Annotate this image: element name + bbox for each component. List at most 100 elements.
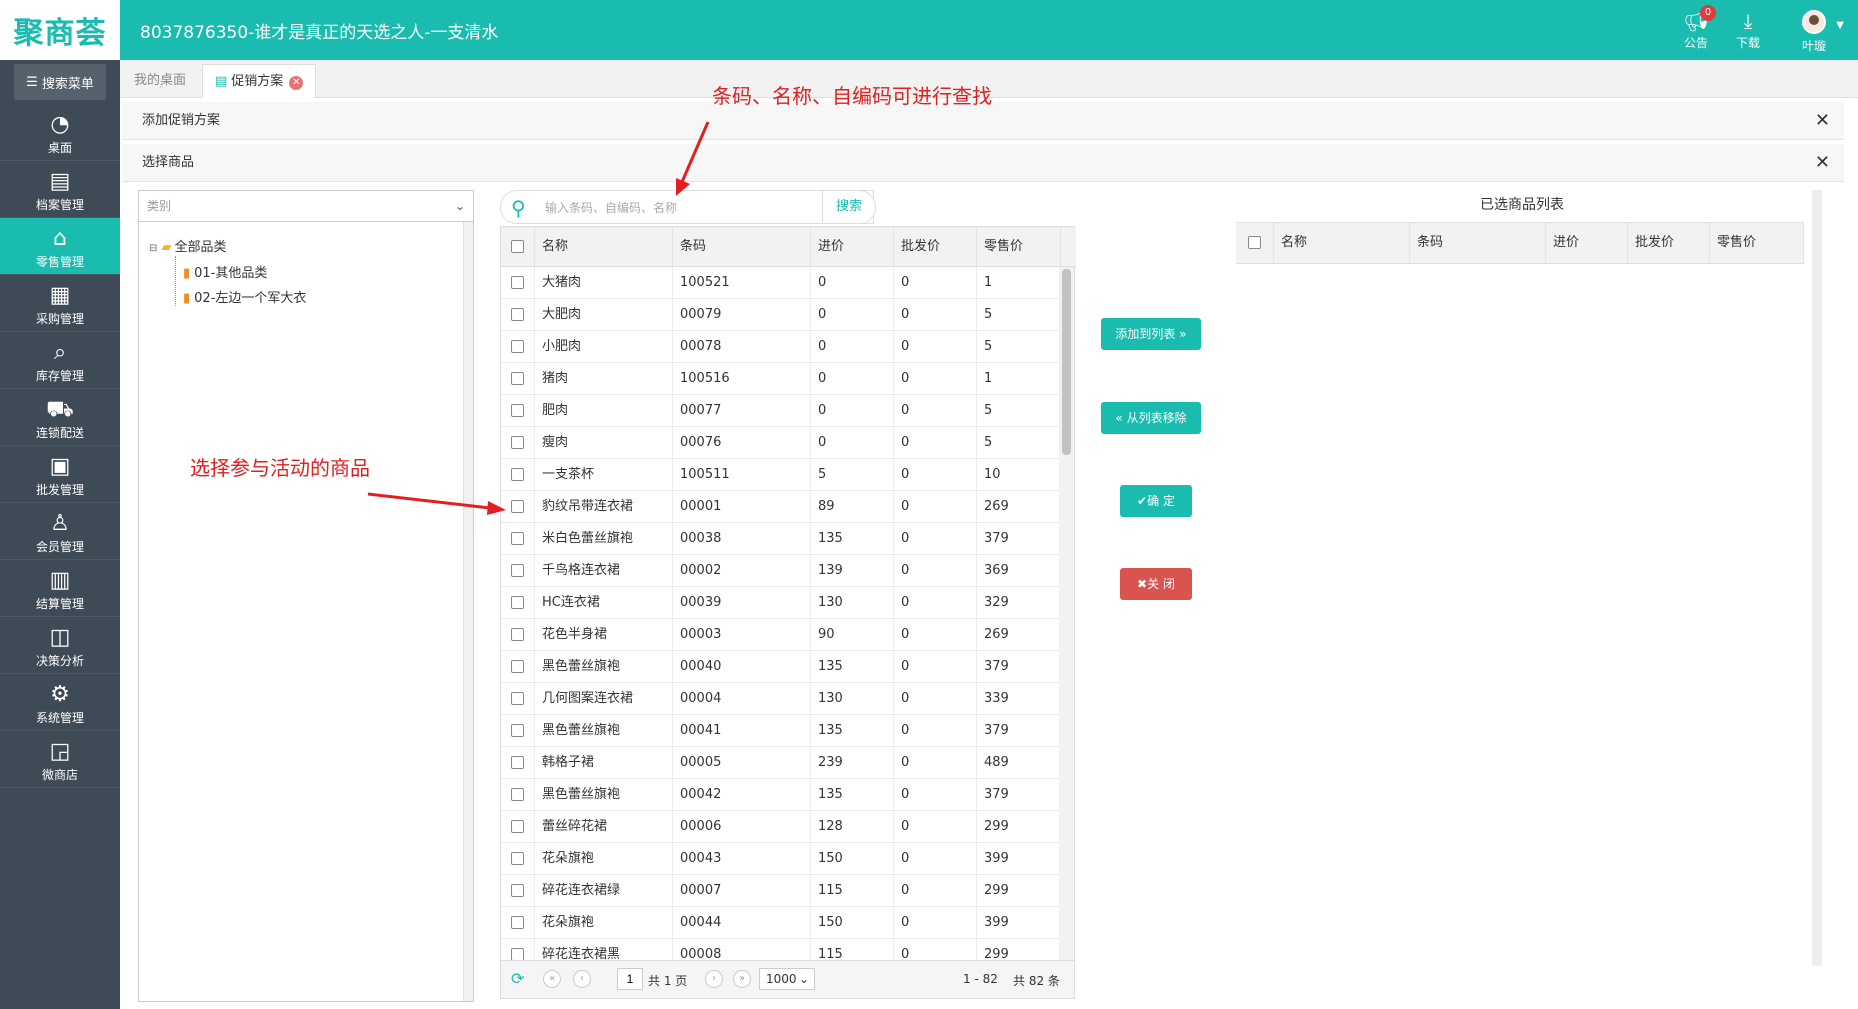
table-row[interactable]: 碎花连衣裙绿 00007 115 0 299 (501, 875, 1061, 907)
table-scrollbar[interactable] (1059, 267, 1074, 960)
column-header[interactable]: 进价 (811, 227, 894, 266)
column-header[interactable]: 零售价 (1710, 223, 1804, 263)
row-checkbox[interactable] (511, 596, 524, 609)
sidebar-item-dashboard[interactable]: ◔ 桌面 (0, 104, 120, 161)
row-checkbox[interactable] (511, 884, 524, 897)
sidebar-item-delivery[interactable]: ⛟ 连锁配送 (0, 389, 120, 446)
tab-desktop[interactable]: 我的桌面 (122, 64, 198, 98)
add-to-list-button[interactable]: 添加到列表 » (1101, 318, 1201, 350)
tree-item-coat[interactable]: ▮ 02-左边一个军大衣 (183, 287, 306, 306)
prev-page-button[interactable]: ‹ (573, 970, 591, 988)
close-button[interactable]: ✖关 闭 (1120, 568, 1192, 600)
row-checkbox[interactable] (511, 532, 524, 545)
search-button[interactable]: 搜索 (822, 190, 876, 224)
selected-scrollbar[interactable] (1812, 190, 1822, 966)
sidebar-item-settings[interactable]: ⚙ 系统管理 (0, 674, 120, 731)
sidebar-item-settlement[interactable]: ▥ 结算管理 (0, 560, 120, 617)
first-page-button[interactable]: « (543, 970, 561, 988)
row-checkbox[interactable] (511, 820, 524, 833)
table-row[interactable]: 小肥肉 00078 0 0 5 (501, 331, 1061, 363)
table-cell: 黑色蕾丝旗袍 (535, 779, 673, 811)
column-header[interactable]: 批发价 (894, 227, 977, 266)
confirm-button[interactable]: ✔确 定 (1120, 485, 1192, 517)
app-logo[interactable]: 聚商荟 (0, 0, 120, 60)
row-checkbox[interactable] (511, 308, 524, 321)
close-tab-icon[interactable]: ✕ (289, 76, 304, 90)
row-checkbox[interactable] (511, 404, 524, 417)
row-checkbox[interactable] (511, 500, 524, 513)
tree-scrollbar[interactable] (463, 222, 473, 1001)
row-checkbox[interactable] (511, 276, 524, 289)
row-checkbox[interactable] (511, 628, 524, 641)
row-checkbox[interactable] (511, 756, 524, 769)
sidebar-item-inventory[interactable]: ⌕ 库存管理 (0, 332, 120, 389)
table-row[interactable]: 花朵旗袍 00044 150 0 399 (501, 907, 1061, 939)
collapse-icon[interactable]: ⊟ (149, 243, 157, 254)
column-header[interactable]: 零售价 (977, 227, 1061, 266)
table-row[interactable]: 大猪肉 100521 0 0 1 (501, 267, 1061, 299)
remove-from-list-button[interactable]: « 从列表移除 (1101, 402, 1201, 434)
sidebar-item-purchase[interactable]: ▦ 采购管理 (0, 275, 120, 332)
page-number-input[interactable] (617, 968, 643, 990)
table-row[interactable]: 肥肉 00077 0 0 5 (501, 395, 1061, 427)
search-input[interactable] (545, 198, 825, 218)
sidebar-item-shop[interactable]: ◲ 微商店 (0, 731, 120, 788)
column-header[interactable]: 批发价 (1628, 223, 1710, 263)
table-row[interactable]: 黑色蕾丝旗袍 00041 135 0 379 (501, 715, 1061, 747)
table-row[interactable]: 几何图案连衣裙 00004 130 0 339 (501, 683, 1061, 715)
user-menu[interactable]: 叶璇 ▼ (1784, 8, 1844, 56)
close-icon[interactable]: ✕ (1815, 144, 1830, 182)
menu-search-button[interactable]: ☰ 搜索菜单 (14, 64, 106, 100)
page-size-select[interactable]: 1000 ⌄ (759, 968, 815, 990)
table-row[interactable]: 千鸟格连衣裙 00002 139 0 369 (501, 555, 1061, 587)
notice-button[interactable]: 📢︎ 0 公告 (1666, 5, 1726, 56)
row-checkbox[interactable] (511, 372, 524, 385)
row-checkbox[interactable] (511, 564, 524, 577)
row-checkbox[interactable] (511, 788, 524, 801)
table-row[interactable]: 瘦肉 00076 0 0 5 (501, 427, 1061, 459)
column-header[interactable]: 进价 (1546, 223, 1628, 263)
sidebar-item-wholesale[interactable]: ▣ 批发管理 (0, 446, 120, 503)
table-row[interactable]: 猪肉 100516 0 0 1 (501, 363, 1061, 395)
close-icon[interactable]: ✕ (1815, 102, 1830, 140)
table-row[interactable]: 一支茶杯 100511 5 0 10 (501, 459, 1061, 491)
sidebar-item-member[interactable]: ♙ 会员管理 (0, 503, 120, 560)
row-checkbox[interactable] (511, 340, 524, 353)
refresh-icon[interactable]: ⟳ (511, 969, 524, 988)
tab-promotion[interactable]: ▤ 促销方案 ✕ (202, 64, 317, 98)
row-checkbox[interactable] (511, 852, 524, 865)
table-row[interactable]: 花色半身裙 00003 90 0 269 (501, 619, 1061, 651)
row-checkbox[interactable] (511, 724, 524, 737)
table-row[interactable]: 黑色蕾丝旗袍 00042 135 0 379 (501, 779, 1061, 811)
row-checkbox[interactable] (511, 436, 524, 449)
table-row[interactable]: 黑色蕾丝旗袍 00040 135 0 379 (501, 651, 1061, 683)
scroll-thumb[interactable] (1062, 269, 1071, 455)
column-header[interactable]: 条码 (673, 227, 811, 266)
table-row[interactable]: 韩格子裙 00005 239 0 489 (501, 747, 1061, 779)
table-row[interactable]: HC连衣裙 00039 130 0 329 (501, 587, 1061, 619)
select-all-checkbox[interactable] (511, 240, 524, 253)
table-row[interactable]: 米白色蕾丝旗袍 00038 135 0 379 (501, 523, 1061, 555)
selected-select-all-checkbox[interactable] (1248, 236, 1261, 249)
column-header[interactable]: 条码 (1410, 223, 1546, 263)
sidebar-item-store[interactable]: ⌂ 零售管理 (0, 218, 120, 275)
table-row[interactable]: 豹纹吊带连衣裙 00001 89 0 269 (501, 491, 1061, 523)
sidebar-item-archive[interactable]: ▤ 档案管理 (0, 161, 120, 218)
next-page-button[interactable]: › (705, 970, 723, 988)
row-checkbox[interactable] (511, 660, 524, 673)
tree-root[interactable]: ⊟ ▰ 全部品类 (149, 236, 227, 255)
column-header[interactable]: 名称 (535, 227, 673, 266)
tree-item-other[interactable]: ▮ 01-其他品类 (183, 262, 267, 281)
table-row[interactable]: 花朵旗袍 00043 150 0 399 (501, 843, 1061, 875)
sidebar-item-analysis[interactable]: ◫ 决策分析 (0, 617, 120, 674)
column-header[interactable]: 名称 (1274, 223, 1410, 263)
download-button[interactable]: ⤓ 下载 (1718, 8, 1778, 56)
row-checkbox[interactable] (511, 916, 524, 929)
row-checkbox[interactable] (511, 468, 524, 481)
table-row[interactable]: 大肥肉 00079 0 0 5 (501, 299, 1061, 331)
download-icon: ⤓ (1743, 9, 1753, 33)
row-checkbox[interactable] (511, 692, 524, 705)
table-row[interactable]: 蕾丝碎花裙 00006 128 0 299 (501, 811, 1061, 843)
last-page-button[interactable]: » (733, 970, 751, 988)
category-select[interactable]: 类别 ⌄ (138, 190, 474, 222)
